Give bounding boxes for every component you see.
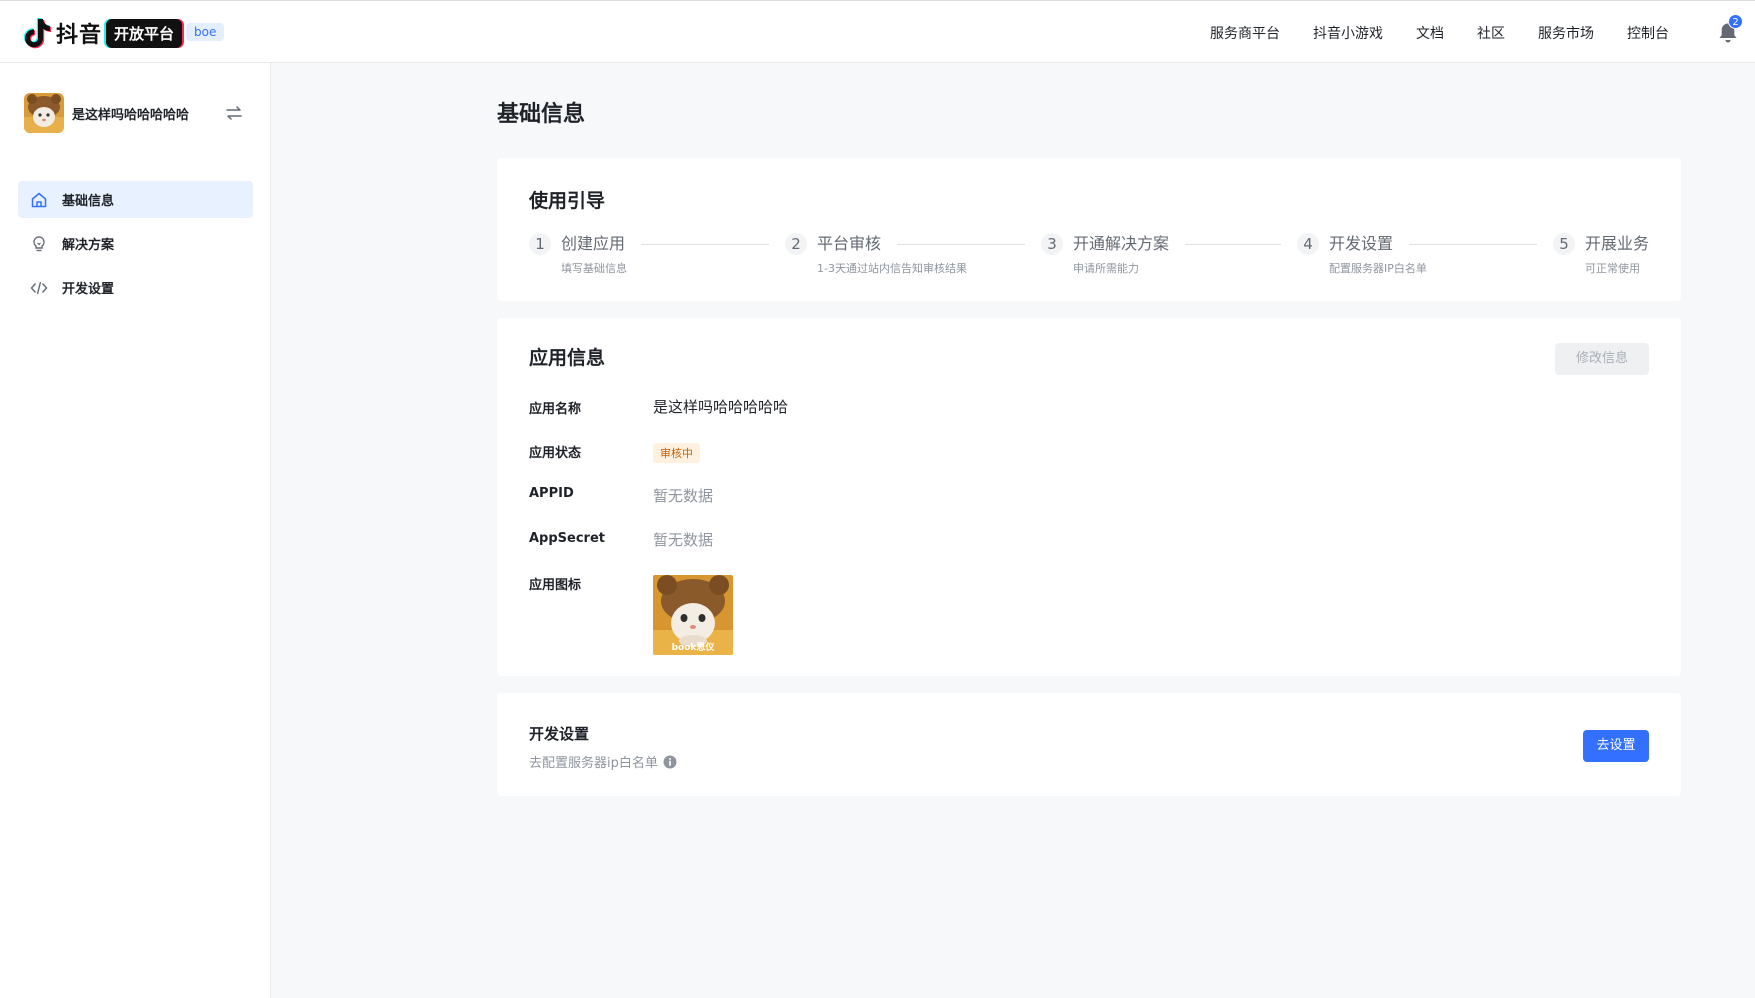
sidebar-item-label: 解决方案	[62, 238, 115, 253]
platform-logo[interactable]: 抖音 开放平台	[22, 17, 183, 49]
step-connector	[641, 244, 769, 245]
app-icon-label: 应用图标	[529, 578, 582, 593]
edit-info-button[interactable]: 修改信息	[1555, 343, 1649, 375]
sidebar: 是这样吗哈哈哈哈哈 基础信息 解决方案 开发设置	[0, 63, 271, 998]
code-icon	[30, 281, 48, 294]
dev-settings-card: 开发设置 去配置服务器ip白名单 去设置	[497, 693, 1681, 796]
step-desc: 可正常使用	[1585, 262, 1640, 275]
nav-service-market[interactable]: 服务市场	[1538, 23, 1594, 43]
step-connector	[1409, 244, 1537, 245]
dev-settings-title: 开发设置	[529, 725, 590, 743]
step-desc: 申请所需能力	[1073, 262, 1139, 275]
step-desc: 配置服务器IP白名单	[1329, 262, 1427, 275]
app-switcher[interactable]: 是这样吗哈哈哈哈哈	[24, 93, 248, 133]
nav-docs[interactable]: 文档	[1416, 23, 1444, 43]
top-header: 抖音 开放平台 boe 服务商平台 抖音小游戏 文档 社区 服务市场 控制台 2	[0, 0, 1755, 63]
logo-text: 抖音	[56, 23, 103, 48]
home-icon	[31, 192, 47, 207]
step-label: 开通解决方案	[1073, 234, 1170, 253]
app-avatar	[24, 93, 64, 133]
step-label: 开发设置	[1329, 234, 1394, 253]
appid-value: 暂无数据	[653, 487, 714, 505]
step-number: 3	[1041, 233, 1063, 255]
app-info-card: 应用信息 修改信息 应用名称 是这样吗哈哈哈哈哈 应用状态 审核中 APPID …	[497, 318, 1681, 676]
dev-settings-desc-text: 去配置服务器ip白名单	[529, 756, 658, 771]
step-label: 创建应用	[561, 234, 626, 253]
sidebar-item-label: 基础信息	[62, 194, 115, 209]
step-connector	[1185, 244, 1281, 245]
appsecret-label: AppSecret	[529, 531, 606, 546]
sidebar-item-solutions[interactable]: 解决方案	[18, 225, 253, 262]
step-label: 平台审核	[817, 234, 882, 253]
current-app-name: 是这样吗哈哈哈哈哈	[72, 107, 190, 123]
nav-community[interactable]: 社区	[1477, 23, 1505, 43]
sidebar-item-basic-info[interactable]: 基础信息	[18, 181, 253, 218]
nav-console[interactable]: 控制台	[1627, 23, 1669, 43]
sidebar-item-dev-settings[interactable]: 开发设置	[18, 269, 253, 306]
guide-title: 使用引导	[529, 190, 606, 212]
usage-guide-card: 使用引导 1 创建应用 填写基础信息 2 平台审核 1-3天通过站内信告知审核结…	[497, 158, 1681, 301]
step-number: 2	[785, 233, 807, 255]
step-label: 开展业务	[1585, 234, 1650, 253]
step-connector	[897, 244, 1025, 245]
swap-icon[interactable]	[224, 103, 244, 123]
guide-steps: 1 创建应用 填写基础信息 2 平台审核 1-3天通过站内信告知审核结果 3 开…	[529, 233, 1651, 278]
page-title: 基础信息	[497, 102, 586, 127]
dev-settings-desc: 去配置服务器ip白名单	[529, 752, 677, 771]
app-icon-caption: book恩仪	[671, 643, 715, 653]
step-number: 4	[1297, 233, 1319, 255]
sidebar-item-label: 开发设置	[62, 282, 115, 297]
app-icon-image: book恩仪	[653, 575, 733, 655]
appsecret-value: 暂无数据	[653, 531, 714, 549]
step-number: 5	[1553, 233, 1575, 255]
nav-mini-games[interactable]: 抖音小游戏	[1313, 23, 1383, 43]
top-nav: 服务商平台 抖音小游戏 文档 社区 服务市场 控制台	[1177, 1, 1669, 64]
env-badge: boe	[186, 23, 225, 41]
step-desc: 填写基础信息	[561, 262, 627, 275]
tiktok-note-icon	[23, 18, 52, 49]
sidebar-menu: 基础信息 解决方案 开发设置	[18, 181, 253, 313]
logo-pill: 开放平台	[106, 18, 183, 48]
nav-service-provider[interactable]: 服务商平台	[1210, 23, 1280, 43]
status-badge: 审核中	[653, 443, 700, 463]
app-info-title: 应用信息	[529, 347, 606, 369]
notification-badge: 2	[1728, 14, 1743, 29]
info-icon[interactable]	[663, 755, 677, 769]
appid-label: APPID	[529, 486, 574, 501]
go-settings-button[interactable]: 去设置	[1583, 730, 1649, 762]
lightbulb-icon	[33, 235, 45, 251]
app-name-value: 是这样吗哈哈哈哈哈	[653, 398, 789, 416]
step-desc: 1-3天通过站内信告知审核结果	[817, 262, 967, 275]
step-number: 1	[529, 233, 551, 255]
app-status-label: 应用状态	[529, 446, 582, 461]
app-name-label: 应用名称	[529, 402, 582, 417]
